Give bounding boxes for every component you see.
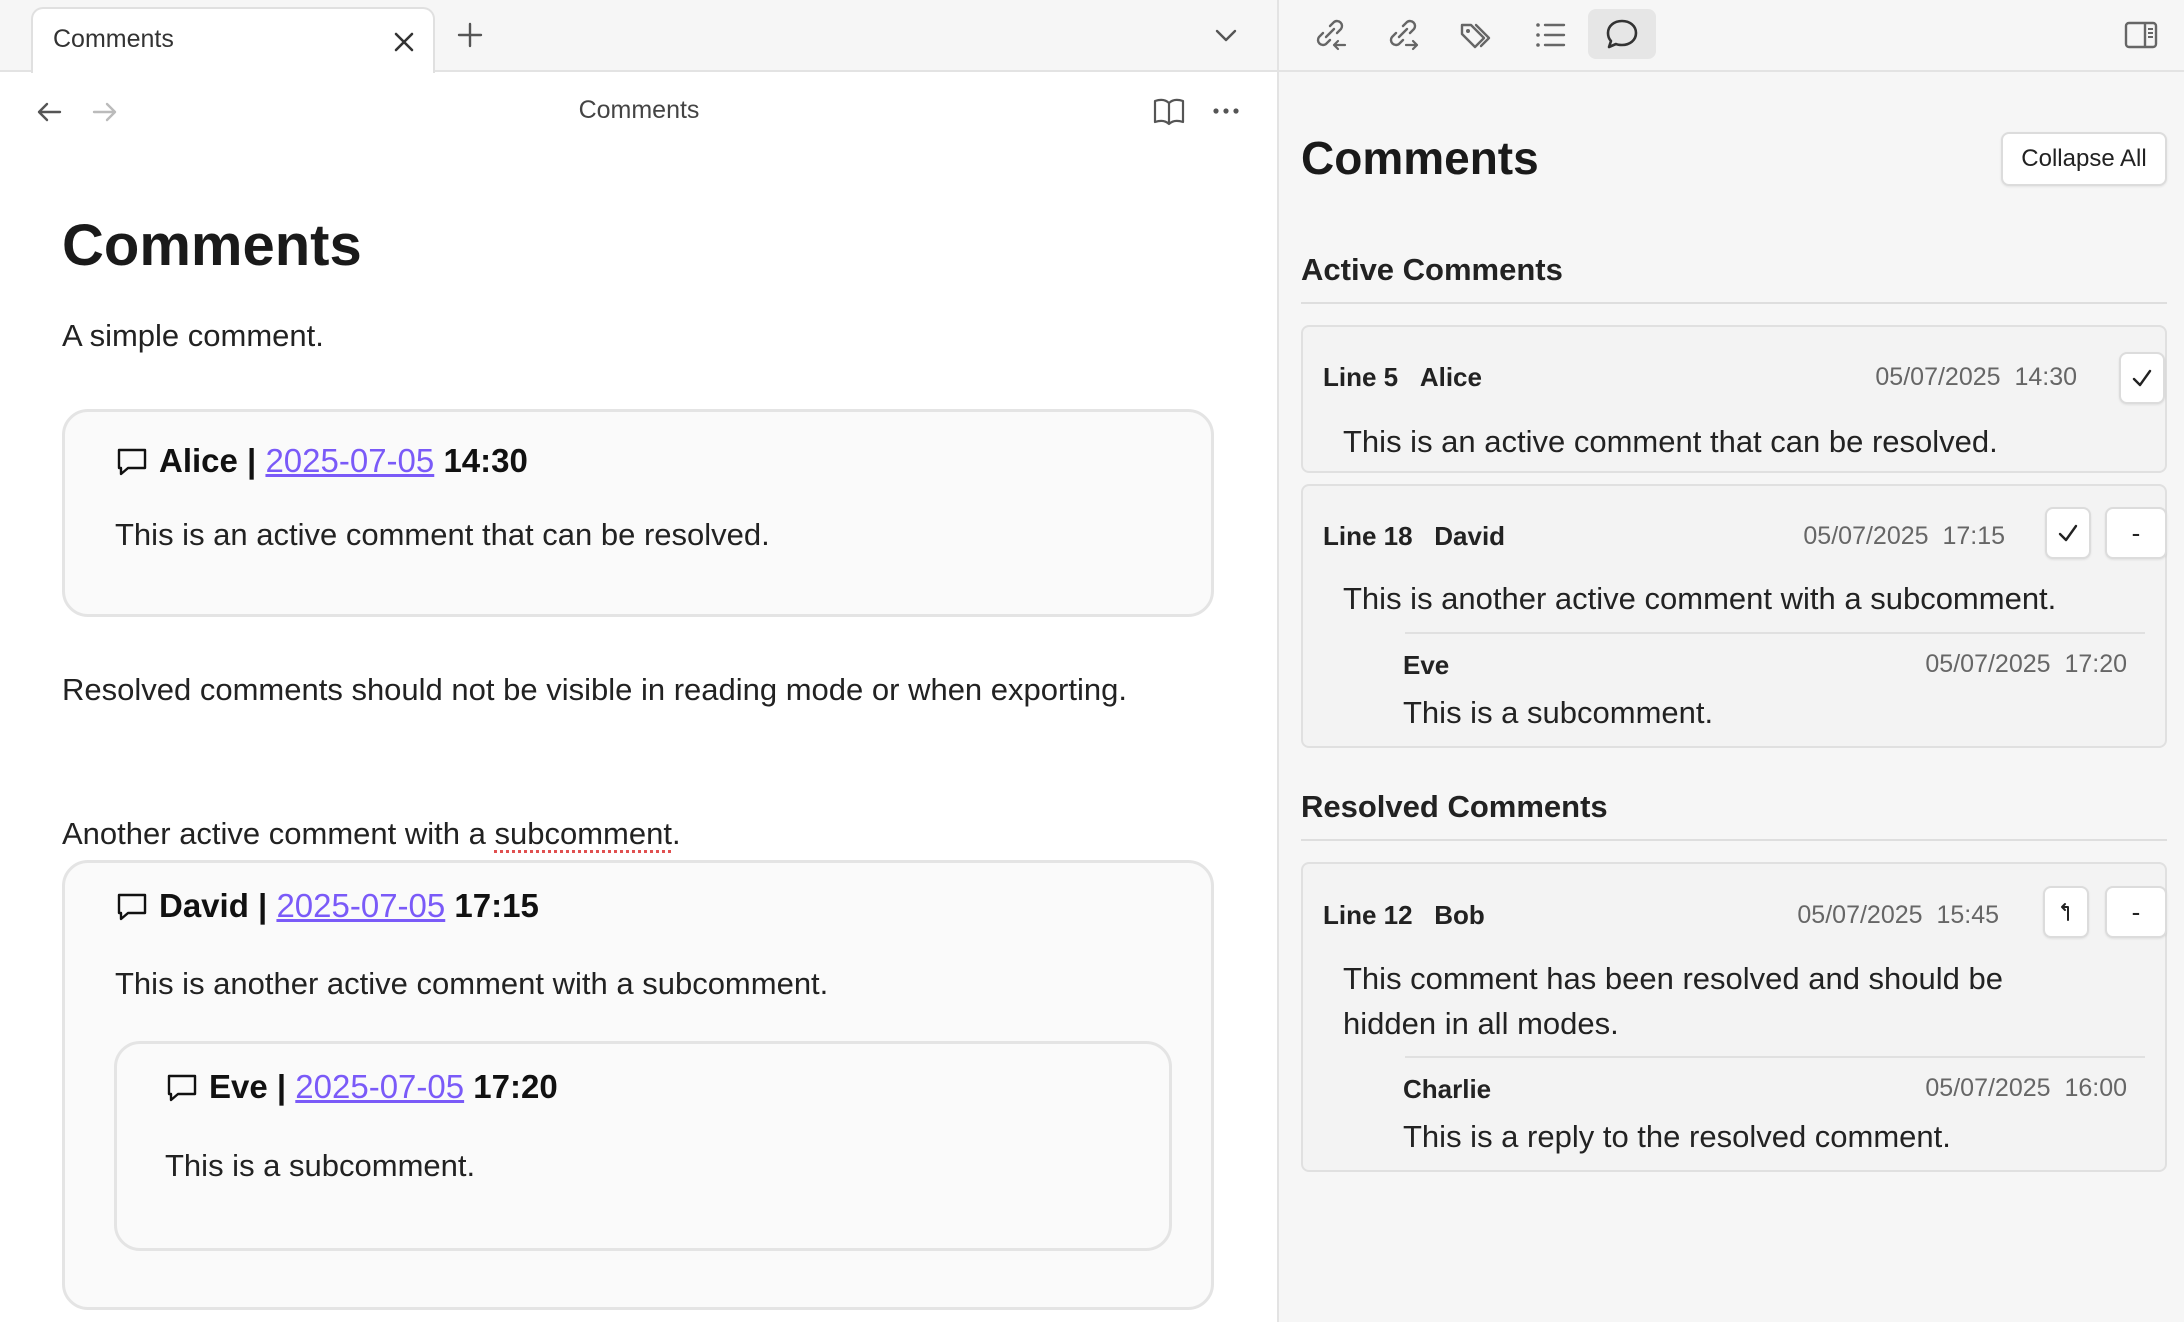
comment-date-time: 14:30	[2014, 363, 2077, 391]
reply-divider	[1405, 1056, 2145, 1058]
callout-header: Eve | 2025-07-05 17:20	[165, 1068, 558, 1106]
comment-date-day: 05/07/2025	[1797, 901, 1923, 929]
comment-icon	[165, 1070, 199, 1104]
note-paragraph: Another active comment with a subcomment…	[62, 816, 681, 852]
comment-line: Line 18	[1323, 521, 1413, 551]
callout-text: This is another active comment with a su…	[115, 966, 829, 1001]
delete-button[interactable]: -	[2105, 886, 2167, 938]
comments-icon[interactable]	[1588, 9, 1656, 59]
date-link[interactable]: 2025-07-05	[295, 1068, 464, 1106]
active-comments-heading: Active Comments	[1301, 252, 1563, 287]
tab-bar: Comments	[0, 0, 1278, 73]
callout-header: Alice | 2025-07-05 14:30	[115, 442, 528, 480]
comment-text: This is an active comment that can be re…	[1343, 424, 1998, 459]
comment-date: 05/07/2025 17:15	[1803, 522, 2005, 551]
callout-time: 14:30	[443, 442, 528, 479]
unresolve-button[interactable]	[2043, 886, 2089, 938]
resolved-comments-heading: Resolved Comments	[1301, 789, 1608, 824]
callout-author: David |	[159, 887, 268, 924]
comment-icon	[115, 444, 149, 478]
reply-text: This is a subcomment.	[1403, 695, 1714, 730]
delete-button[interactable]: -	[2105, 507, 2167, 559]
divider	[1301, 302, 2167, 304]
resolve-button[interactable]	[2045, 507, 2091, 559]
checkmark-icon	[2058, 524, 2078, 542]
comment-icon	[115, 889, 149, 923]
paragraph-text: .	[671, 816, 681, 851]
view-header: Comments	[0, 72, 1278, 148]
more-options-icon[interactable]	[1210, 95, 1242, 127]
note-paragraph: A simple comment.	[62, 318, 324, 353]
close-icon[interactable]	[391, 29, 417, 55]
reply-author: Charlie	[1403, 1074, 1492, 1104]
reply-divider	[1405, 632, 2145, 634]
outline-icon[interactable]	[1529, 14, 1571, 56]
backlinks-icon[interactable]	[1309, 14, 1351, 56]
callout-header: David | 2025-07-05 17:15	[115, 887, 539, 925]
callout-text: This is a subcomment.	[165, 1148, 476, 1183]
comment-date: 05/07/2025 15:45	[1797, 901, 1999, 930]
date-link[interactable]: 2025-07-05	[276, 887, 445, 925]
callout-text: This is an active comment that can be re…	[115, 517, 770, 552]
callout-author: Eve |	[209, 1068, 287, 1105]
reply-text: This is a reply to the resolved comment.	[1403, 1119, 1951, 1154]
view-title: Comments	[578, 96, 700, 124]
callout-author: Alice |	[159, 442, 257, 479]
comment-date-time: 15:45	[1936, 901, 1999, 929]
comment-card[interactable]: Line 18 David 05/07/2025 17:15 - This is…	[1301, 484, 2167, 748]
comment-meta: Line 12 Bob	[1323, 900, 1485, 931]
divider	[1301, 839, 2167, 841]
checkmark-icon	[2132, 369, 2152, 387]
undo-icon	[2061, 903, 2069, 921]
comment-date-day: 05/07/2025	[1803, 522, 1929, 550]
comment-line: Line 5	[1323, 362, 1399, 392]
comment-callout: Alice | 2025-07-05 14:30 This is an acti…	[62, 409, 1214, 617]
comment-date-time: 17:15	[1942, 522, 2005, 550]
panel-title: Comments	[1301, 132, 1539, 184]
callout-time: 17:20	[473, 1068, 558, 1105]
date-link[interactable]: 2025-07-05	[265, 442, 434, 480]
comment-meta: Line 18 David	[1323, 521, 1505, 552]
tab-title: Comments	[53, 25, 174, 53]
nested-comment-callout: Eve | 2025-07-05 17:20 This is a subcomm…	[114, 1041, 1172, 1251]
callout-time: 17:15	[454, 887, 539, 924]
comments-sidebar: Comments Collapse All Active Comments Li…	[1279, 0, 2184, 1322]
sidebar-toolbar	[1279, 0, 2184, 72]
comment-author: Alice	[1419, 362, 1482, 392]
comment-author: Bob	[1434, 900, 1485, 930]
comment-date: 05/07/2025 14:30	[1875, 363, 2077, 392]
misspelled-word[interactable]: subcomment	[494, 816, 671, 851]
resolve-button[interactable]	[2119, 352, 2165, 404]
reply-date-time: 17:20	[2064, 650, 2127, 678]
tags-icon[interactable]	[1456, 14, 1498, 56]
collapse-all-button[interactable]: Collapse All	[2001, 132, 2167, 186]
tab-comments[interactable]: Comments	[31, 7, 435, 73]
editor-pane: Comments Comments Comments A simple comm…	[0, 0, 1278, 1322]
chevron-down-icon[interactable]	[1211, 20, 1241, 50]
comment-text: This is another active comment with a su…	[1343, 581, 2057, 616]
reply-date-time: 16:00	[2064, 1074, 2127, 1102]
comment-card[interactable]: Line 5 Alice 05/07/2025 14:30 This is an…	[1301, 325, 2167, 473]
new-tab-icon[interactable]	[455, 20, 485, 50]
comment-author: David	[1434, 521, 1506, 551]
outgoing-links-icon[interactable]	[1382, 14, 1424, 56]
note-title: Comments	[62, 213, 362, 278]
comment-text: This comment has been resolved and shoul…	[1343, 961, 2004, 1041]
reply-date-day: 05/07/2025	[1925, 650, 2051, 678]
note-paragraph: Resolved comments should not be visible …	[62, 672, 1127, 707]
reply-date: 05/07/2025 16:00	[1925, 1074, 2127, 1103]
reply-date-day: 05/07/2025	[1925, 1074, 2051, 1102]
comment-card[interactable]: Line 12 Bob 05/07/2025 15:45 - This comm…	[1301, 862, 2167, 1172]
paragraph-text: Another active comment with a	[62, 816, 495, 851]
reply-author: Eve	[1403, 650, 1450, 680]
comment-meta: Line 5 Alice	[1323, 362, 1482, 393]
sidebar-toggle-icon[interactable]	[2120, 14, 2162, 56]
comment-line: Line 12	[1323, 900, 1413, 930]
book-open-icon[interactable]	[1152, 95, 1186, 127]
comment-date-day: 05/07/2025	[1875, 363, 2001, 391]
comment-callout: David | 2025-07-05 17:15 This is another…	[62, 860, 1214, 1310]
reply-date: 05/07/2025 17:20	[1925, 650, 2127, 679]
